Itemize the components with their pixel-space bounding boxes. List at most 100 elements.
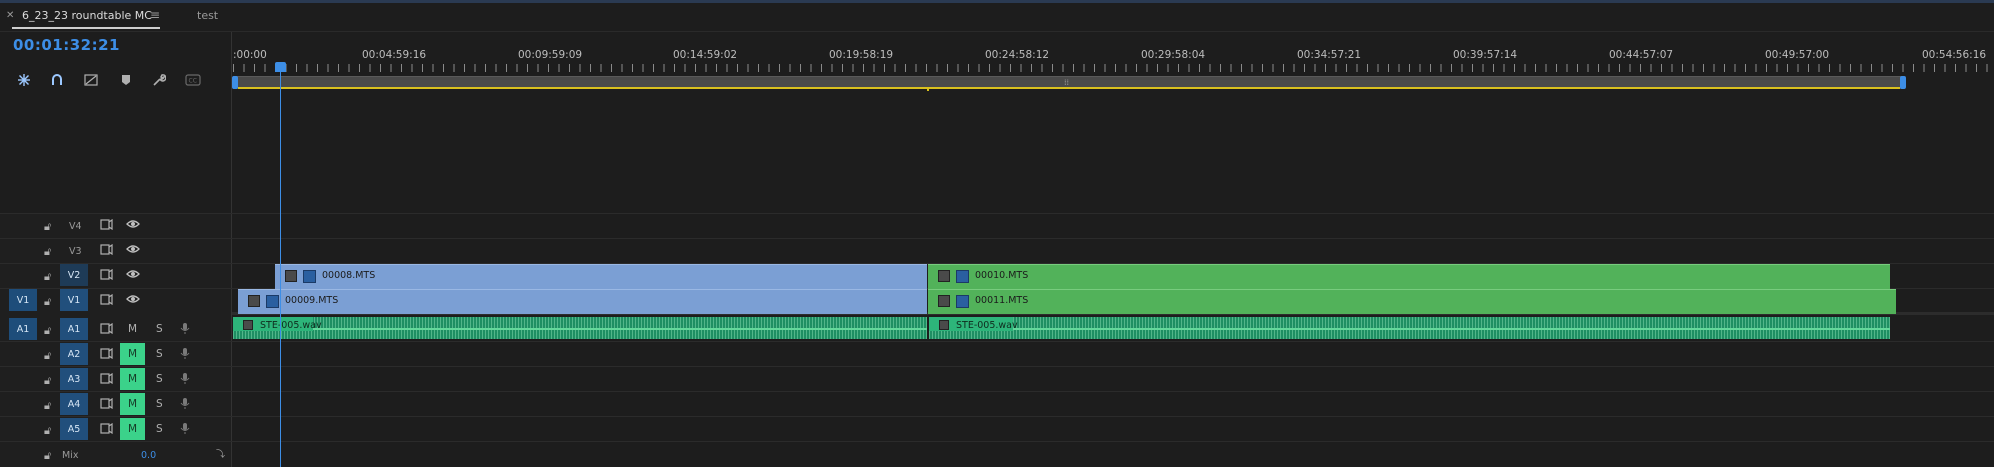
microphone-icon[interactable] <box>180 347 190 360</box>
row-separator <box>0 416 1994 417</box>
track-target-v1[interactable]: V1 <box>60 289 88 311</box>
mix-expand-icon[interactable]: ⤵ <box>216 447 225 460</box>
track-target-v2[interactable]: V2 <box>60 264 88 286</box>
track-target-a3[interactable]: A3 <box>60 368 88 390</box>
lock-icon[interactable]: 🔓︎ <box>44 245 51 259</box>
track-label-v4[interactable]: V4 <box>69 221 82 232</box>
solo-button-a5[interactable]: S <box>156 423 163 435</box>
sync-lock-icon[interactable] <box>100 348 113 359</box>
mute-button-a2[interactable]: M <box>120 343 145 365</box>
eye-icon[interactable] <box>126 269 140 279</box>
sync-lock-icon[interactable] <box>100 269 113 280</box>
ruler-label: 00:29:58:04 <box>1141 49 1206 61</box>
close-tab-icon[interactable]: ✕ <box>6 10 14 21</box>
clip-name: 00011.MTS <box>975 295 1029 306</box>
playhead-timecode[interactable]: 00:01:32:21 <box>13 36 120 54</box>
track-target-a1[interactable]: A1 <box>60 318 88 340</box>
solo-button-a3[interactable]: S <box>156 373 163 385</box>
sync-lock-icon[interactable] <box>100 398 113 409</box>
row-separator <box>0 366 1994 367</box>
ruler-label: 00:49:57:00 <box>1765 49 1830 61</box>
solo-button-a1[interactable]: S <box>156 323 163 335</box>
eye-icon[interactable] <box>126 294 140 304</box>
timeline-panel: ✕ 6_23_23 roundtable MC ≡ test 00:01:32:… <box>0 0 1994 467</box>
solo-button-a2[interactable]: S <box>156 348 163 360</box>
clip-name: STE-005.wav <box>260 320 322 331</box>
add-marker-icon[interactable] <box>83 72 99 88</box>
clip-name: 00008.MTS <box>322 270 376 281</box>
linked-selection-icon[interactable] <box>49 72 65 88</box>
row-separator <box>0 213 1994 214</box>
row-separator <box>0 238 1994 239</box>
mute-button-a3[interactable]: M <box>120 368 145 390</box>
wrench-icon[interactable] <box>151 72 167 88</box>
ruler-label: 00:34:57:21 <box>1297 49 1362 61</box>
work-area-start-handle[interactable] <box>232 76 238 89</box>
microphone-icon[interactable] <box>180 372 190 385</box>
ruler-label: 00:04:59:16 <box>362 49 427 61</box>
fx-badge-icon <box>285 270 297 282</box>
ruler-label: 00:09:59:09 <box>518 49 583 61</box>
sync-lock-icon[interactable] <box>100 323 113 334</box>
marker-icon[interactable] <box>118 72 134 88</box>
sync-lock-icon[interactable] <box>100 294 113 305</box>
clip-name: 00010.MTS <box>975 270 1029 281</box>
waveform-centerline <box>233 328 927 330</box>
multicam-icon <box>956 295 969 308</box>
clip-v1-00009[interactable]: 00009.MTS <box>238 289 927 314</box>
microphone-icon[interactable] <box>180 322 190 335</box>
track-label-v3[interactable]: V3 <box>69 246 82 257</box>
solo-button-a4[interactable]: S <box>156 398 163 410</box>
lock-icon[interactable]: 🔓︎ <box>44 324 51 338</box>
timeline-empty-area <box>232 92 1994 213</box>
sync-lock-icon[interactable] <box>100 244 113 255</box>
source-patch-v1[interactable]: V1 <box>9 289 37 311</box>
ruler-label: 00:39:57:14 <box>1453 49 1518 61</box>
lock-icon[interactable]: 🔓︎ <box>44 270 51 284</box>
multicam-icon <box>303 270 316 283</box>
header-divider <box>231 32 232 467</box>
tab-test-label[interactable]: test <box>197 9 218 22</box>
clip-v2-00010[interactable]: 00010.MTS <box>928 264 1890 289</box>
ruler-label: :00:00 <box>233 49 267 61</box>
lock-icon[interactable]: 🔓︎ <box>44 295 51 309</box>
track-headers <box>0 213 232 467</box>
mix-value[interactable]: 0.0 <box>141 450 156 461</box>
microphone-icon[interactable] <box>180 397 190 410</box>
lock-icon[interactable]: 🔓︎ <box>44 374 51 388</box>
work-area-grip-icon[interactable]: ⁞⁞ <box>1064 78 1069 87</box>
lock-icon[interactable]: 🔓︎ <box>44 399 51 413</box>
playhead-line[interactable] <box>280 62 281 467</box>
clip-name: 00009.MTS <box>285 295 339 306</box>
work-area-range <box>238 87 1900 89</box>
tab-menu-icon[interactable]: ≡ <box>150 8 160 22</box>
lock-icon[interactable]: 🔓︎ <box>44 220 51 234</box>
track-target-a2[interactable]: A2 <box>60 343 88 365</box>
mute-button-a5[interactable]: M <box>120 418 145 440</box>
ruler-label: 00:44:57:07 <box>1609 49 1674 61</box>
track-target-a4[interactable]: A4 <box>60 393 88 415</box>
captions-icon[interactable]: CC <box>185 72 201 88</box>
microphone-icon[interactable] <box>180 422 190 435</box>
clip-v1-00011[interactable]: 00011.MTS <box>928 289 1896 314</box>
work-area-marker <box>927 87 929 91</box>
mute-button-a1[interactable]: M <box>120 318 145 340</box>
sync-lock-icon[interactable] <box>100 423 113 434</box>
lock-icon[interactable]: 🔓︎ <box>44 449 51 463</box>
sync-lock-icon[interactable] <box>100 219 113 230</box>
mute-button-a4[interactable]: M <box>120 393 145 415</box>
eye-icon[interactable] <box>126 244 140 254</box>
tab-sequence-label[interactable]: 6_23_23 roundtable MC <box>22 9 152 22</box>
track-target-a5[interactable]: A5 <box>60 418 88 440</box>
multicam-icon <box>956 270 969 283</box>
ruler-label: 00:54:56:16 <box>1922 49 1987 61</box>
sync-lock-icon[interactable] <box>100 373 113 384</box>
snap-icon[interactable] <box>16 72 32 88</box>
work-area-end-handle[interactable] <box>1900 76 1906 89</box>
lock-icon[interactable]: 🔓︎ <box>44 349 51 363</box>
lock-icon[interactable]: 🔓︎ <box>44 424 51 438</box>
source-patch-a1[interactable]: A1 <box>9 318 37 340</box>
eye-icon[interactable] <box>126 219 140 229</box>
tab-bar: ✕ 6_23_23 roundtable MC ≡ test <box>0 3 1994 32</box>
clip-v2-00008[interactable]: 00008.MTS <box>275 264 927 289</box>
